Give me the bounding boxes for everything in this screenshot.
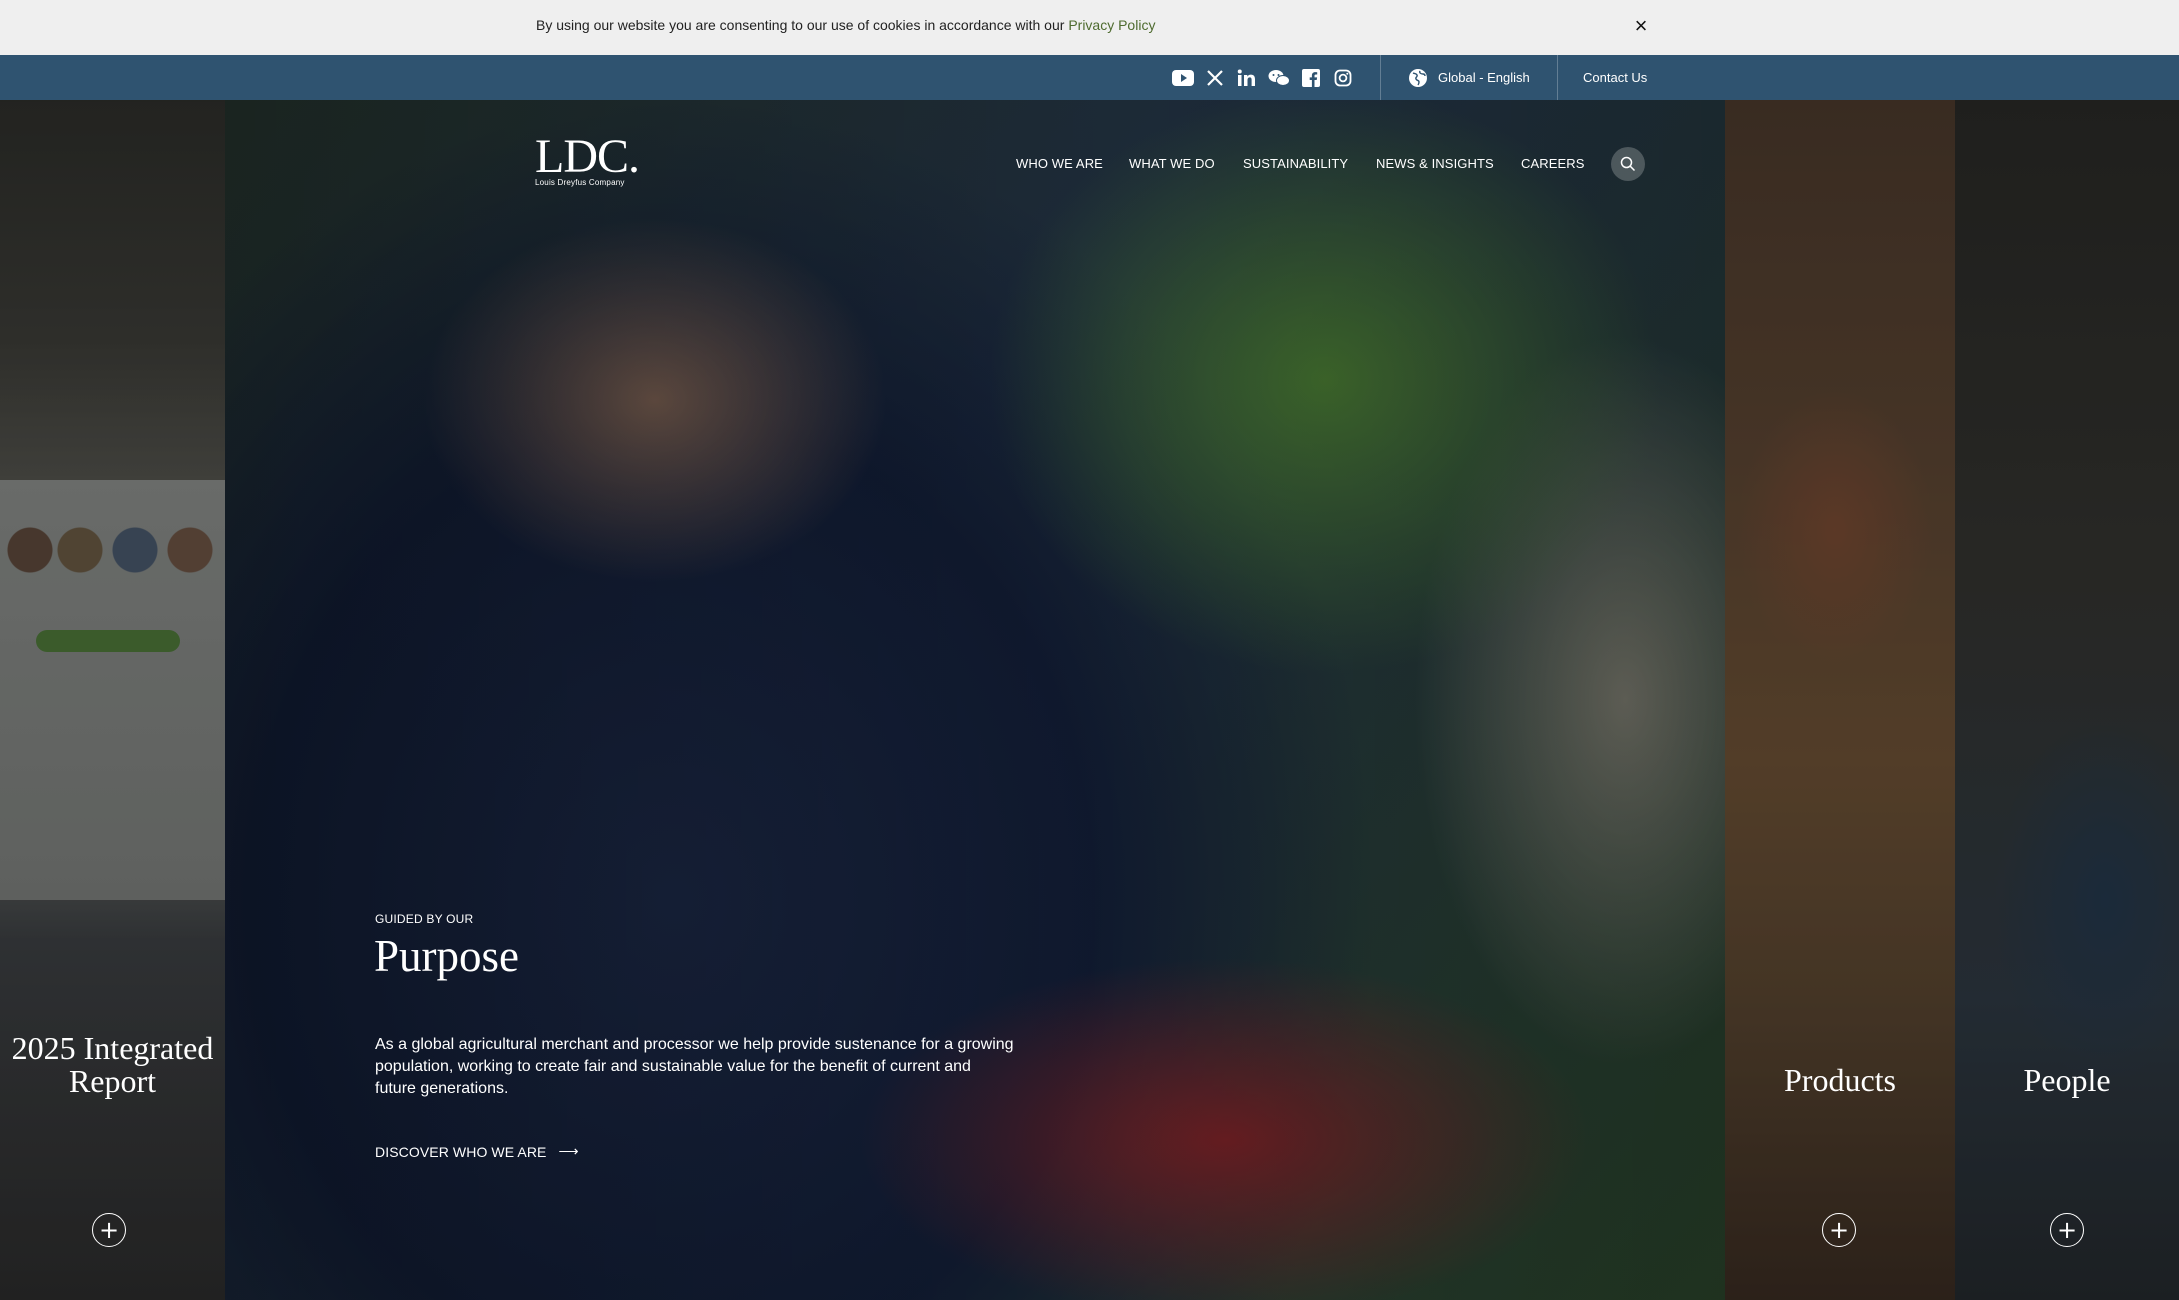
products-expand-button[interactable]: + (1822, 1213, 1856, 1247)
panel-products[interactable]: Products + (1725, 100, 1955, 1300)
nav-sustainability[interactable]: SUSTAINABILITY (1243, 156, 1348, 171)
hero-panel (225, 100, 1725, 1300)
integrated-report-title: 2025 Integrated Report (0, 1032, 225, 1098)
globe-icon (1409, 68, 1427, 87)
arrow-right-icon: ⟶ (558, 1143, 579, 1159)
divider (1557, 55, 1558, 100)
nav-news-insights[interactable]: NEWS & INSIGHTS (1376, 156, 1494, 171)
privacy-policy-link[interactable]: Privacy Policy (1068, 17, 1155, 33)
search-button[interactable] (1611, 147, 1645, 181)
instagram-icon[interactable] (1329, 66, 1357, 90)
nav-careers[interactable]: CAREERS (1521, 156, 1585, 171)
facebook-icon[interactable] (1297, 66, 1325, 90)
cookie-message: By using our website you are consenting … (536, 17, 1155, 33)
panel-overlay (1725, 100, 1955, 1300)
people-expand-button[interactable]: + (2050, 1213, 2084, 1247)
social-links (1169, 66, 1361, 90)
panel-overlay (1955, 100, 2179, 1300)
products-title: Products (1784, 1062, 1896, 1098)
nav-what-we-do[interactable]: WHAT WE DO (1129, 156, 1215, 171)
language-selector[interactable]: Global - English (1408, 55, 1530, 100)
logo-subtext: Louis Dreyfus Company (535, 178, 625, 187)
panel-integrated-report[interactable]: 2025 Integrated Report + (0, 100, 225, 1300)
cookie-text: By using our website you are consenting … (536, 17, 1065, 33)
hero-description: As a global agricultural merchant and pr… (375, 1036, 1014, 1097)
logo-wordmark: LDC. (535, 130, 640, 183)
cookie-banner: By using our website you are consenting … (0, 0, 2179, 55)
close-icon[interactable]: × (1630, 15, 1652, 37)
integrated-report-title-line1: 2025 Integrated (11, 1030, 214, 1066)
panel-overlay (0, 100, 225, 1300)
x-icon[interactable] (1201, 66, 1229, 90)
divider (1380, 55, 1381, 100)
utility-bar: Global - English Contact Us (0, 55, 2179, 100)
search-icon (1620, 156, 1636, 172)
people-title: People (2023, 1062, 2111, 1098)
cta-label: DISCOVER WHO WE ARE (375, 1143, 547, 1160)
hero-title: Purpose (374, 931, 519, 981)
youtube-icon[interactable] (1169, 66, 1197, 90)
hero-eyebrow: GUIDED BY OUR (375, 912, 474, 926)
integrated-report-expand-button[interactable]: + (92, 1213, 126, 1247)
panel-people[interactable]: People + (1955, 100, 2179, 1300)
discover-who-we-are-link[interactable]: DISCOVER WHO WE ARE ⟶ (375, 1143, 579, 1160)
integrated-report-title-line2: Report (68, 1063, 157, 1099)
linkedin-icon[interactable] (1233, 66, 1261, 90)
contact-us-link[interactable]: Contact Us (1583, 55, 1647, 100)
wechat-icon[interactable] (1265, 66, 1293, 90)
language-label: Global - English (1438, 70, 1530, 85)
ldc-logo[interactable]: LDC. Louis Dreyfus Company (535, 130, 640, 188)
nav-who-we-are[interactable]: WHO WE ARE (1016, 156, 1103, 171)
